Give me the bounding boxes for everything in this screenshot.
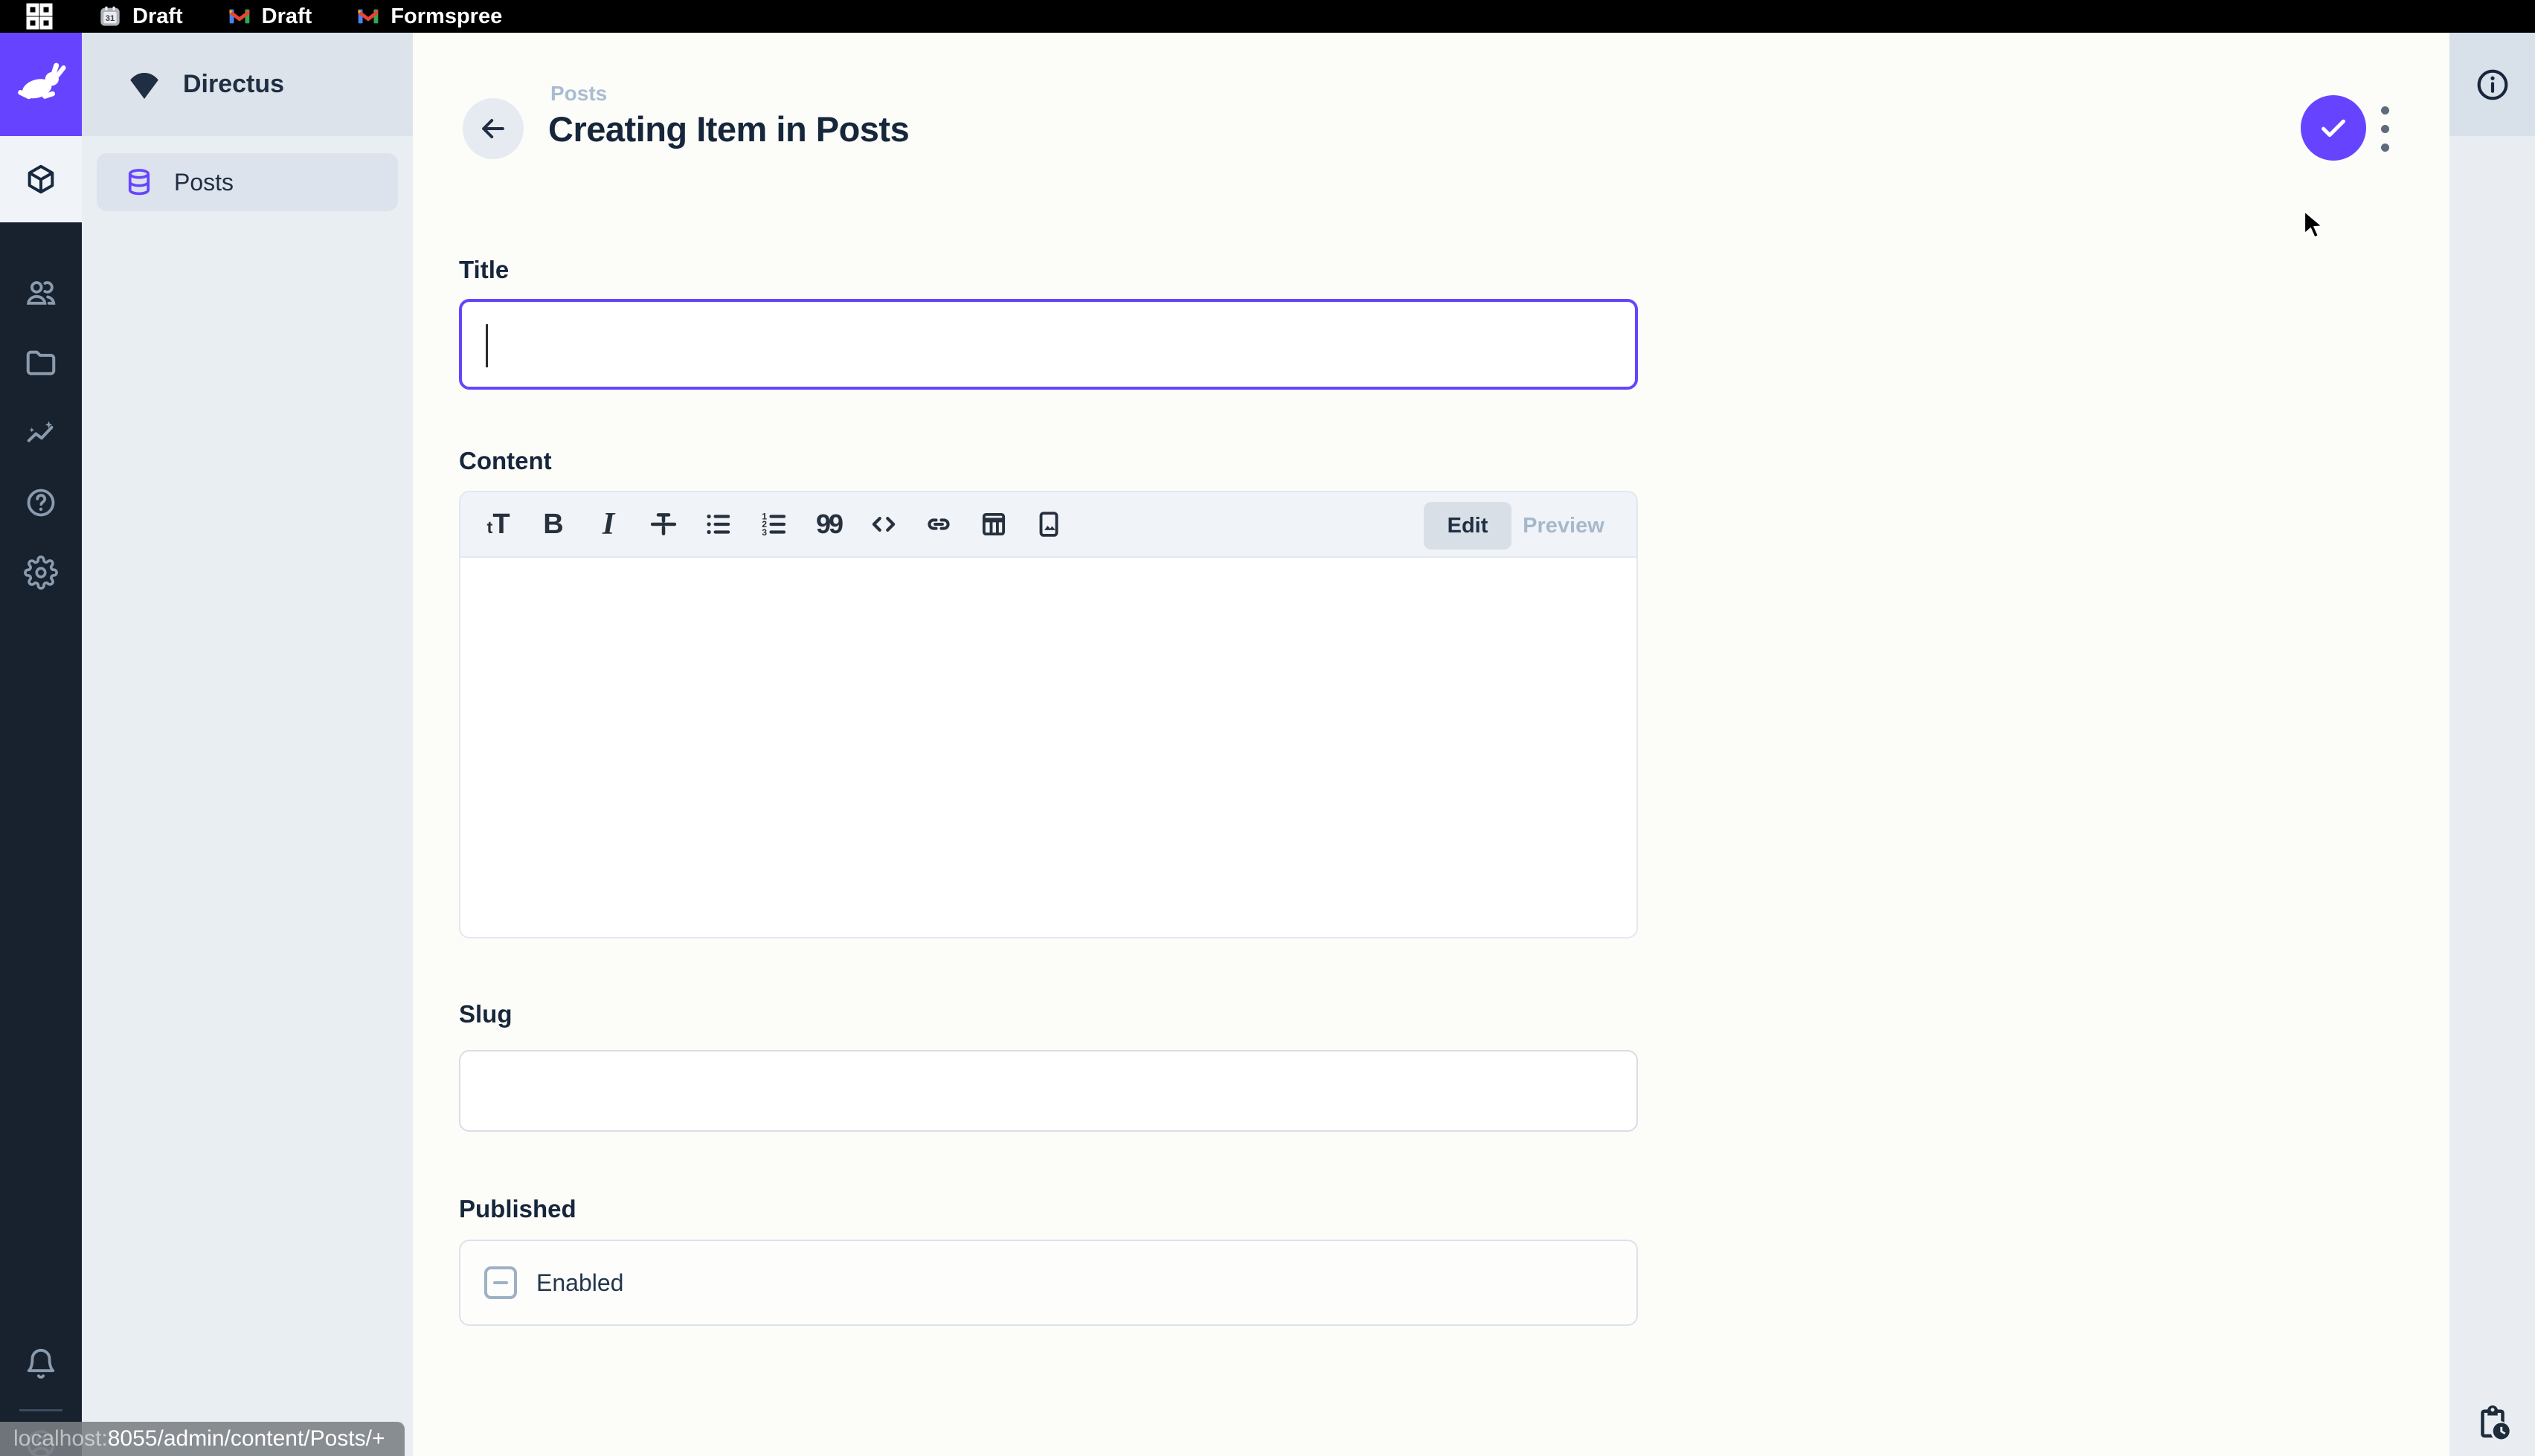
enabled-checkbox[interactable] [484, 1266, 517, 1299]
editor-toolbar: tT B I [459, 491, 1638, 558]
italic-icon: I [603, 509, 614, 540]
mouse-cursor [2303, 210, 2330, 246]
app-grid-icon[interactable] [22, 4, 57, 29]
info-icon [2474, 66, 2511, 103]
kebab-dot [2381, 125, 2389, 133]
table-button[interactable] [972, 503, 1015, 546]
numbered-list-icon: 1 2 3 [758, 509, 789, 540]
numbered-list-button[interactable]: 1 2 3 [752, 503, 795, 546]
format-size-button[interactable]: tT [477, 503, 520, 546]
blockquote-icon: 99 [816, 511, 841, 538]
module-bar [0, 33, 82, 1456]
project-name: Directus [183, 70, 284, 99]
back-button[interactable] [463, 98, 524, 159]
insights-icon [24, 416, 58, 450]
tab-label: Formspree [391, 4, 502, 29]
directus-rabbit-icon [10, 54, 72, 116]
italic-button[interactable]: I [587, 503, 630, 546]
status-url-tooltip: localhost:8055/admin/content/Posts/+ [0, 1422, 405, 1456]
kebab-dot [2381, 144, 2389, 152]
right-sidebar [2449, 33, 2535, 1456]
calendar-icon: 31 [98, 4, 122, 28]
cube-icon [24, 162, 58, 196]
users-icon [24, 276, 58, 310]
sidebar-revisions-button[interactable] [2449, 1402, 2535, 1443]
indeterminate-minus-icon [493, 1281, 508, 1284]
edit-mode-button[interactable]: Edit [1424, 502, 1511, 550]
notifications-button[interactable] [0, 1323, 82, 1405]
project-header[interactable]: Directus [82, 33, 413, 136]
gmail-icon [356, 4, 380, 28]
arrow-left-icon [477, 112, 510, 145]
status-url-rest: 8055/admin/content/Posts/+ [108, 1426, 385, 1452]
svg-text:3: 3 [762, 527, 767, 538]
format-size-icon: tT [486, 510, 510, 538]
content-label: Content [459, 447, 552, 475]
check-icon [2316, 111, 2351, 145]
blockquote-button[interactable]: 99 [807, 503, 850, 546]
enabled-checkbox-label: Enabled [536, 1269, 623, 1297]
tab-formspree[interactable]: Formspree [356, 4, 502, 29]
sidebar-info-button[interactable] [2449, 33, 2535, 136]
browser-topbar: 31 Draft Draft [0, 0, 2535, 33]
editor-mode-tabs: Edit Preview [1424, 502, 1616, 550]
browser-tabs: 31 Draft Draft [98, 4, 502, 29]
link-button[interactable] [917, 503, 960, 546]
svg-text:31: 31 [106, 14, 115, 23]
code-icon [868, 509, 899, 540]
slug-input[interactable] [459, 1050, 1638, 1132]
database-icon [123, 167, 155, 198]
revisions-clipboard-clock-icon [2473, 1402, 2513, 1443]
bulleted-list-icon [703, 509, 734, 540]
editor-text-area[interactable] [459, 558, 1638, 938]
image-button[interactable] [1027, 503, 1070, 546]
text-caret [486, 324, 488, 367]
bold-icon: B [543, 510, 563, 538]
project-fan-icon [126, 67, 162, 103]
directus-logo[interactable] [0, 33, 82, 136]
preview-mode-button[interactable]: Preview [1511, 502, 1616, 550]
published-field: Enabled [459, 1240, 1638, 1326]
module-settings[interactable] [0, 532, 82, 613]
module-content[interactable] [0, 136, 82, 222]
rich-text-editor: tT B I [459, 491, 1638, 938]
bold-button[interactable]: B [532, 503, 575, 546]
screen: 31 Draft Draft [0, 0, 2535, 1456]
title-input[interactable] [459, 299, 1638, 390]
gmail-icon [228, 4, 251, 28]
save-button[interactable] [2301, 95, 2366, 161]
nav-sidebar: Directus Posts [82, 33, 413, 1456]
breadcrumb[interactable]: Posts [550, 82, 607, 106]
status-url-prefix: localhost: [13, 1426, 108, 1452]
tab-draft-calendar[interactable]: 31 Draft [98, 4, 183, 29]
more-options-button[interactable] [2374, 103, 2395, 155]
bulleted-list-button[interactable] [697, 503, 740, 546]
link-icon [923, 509, 954, 540]
code-button[interactable] [862, 503, 905, 546]
kebab-dot [2381, 106, 2389, 115]
tab-label: Draft [262, 4, 312, 29]
sidebar-item-label: Posts [174, 169, 234, 196]
folder-icon [24, 346, 58, 380]
published-label: Published [459, 1195, 576, 1223]
tab-label: Draft [132, 4, 183, 29]
strikethrough-icon [648, 509, 679, 540]
slug-label: Slug [459, 1000, 513, 1028]
strikethrough-button[interactable] [642, 503, 685, 546]
table-icon [978, 509, 1009, 540]
title-label: Title [459, 256, 509, 284]
image-icon [1033, 509, 1064, 540]
tab-draft-gmail[interactable]: Draft [228, 4, 312, 29]
gear-icon [24, 555, 58, 590]
sidebar-item-posts[interactable]: Posts [97, 153, 398, 211]
help-icon [24, 486, 58, 520]
page-title: Creating Item in Posts [548, 109, 909, 149]
bell-icon [24, 1347, 58, 1381]
